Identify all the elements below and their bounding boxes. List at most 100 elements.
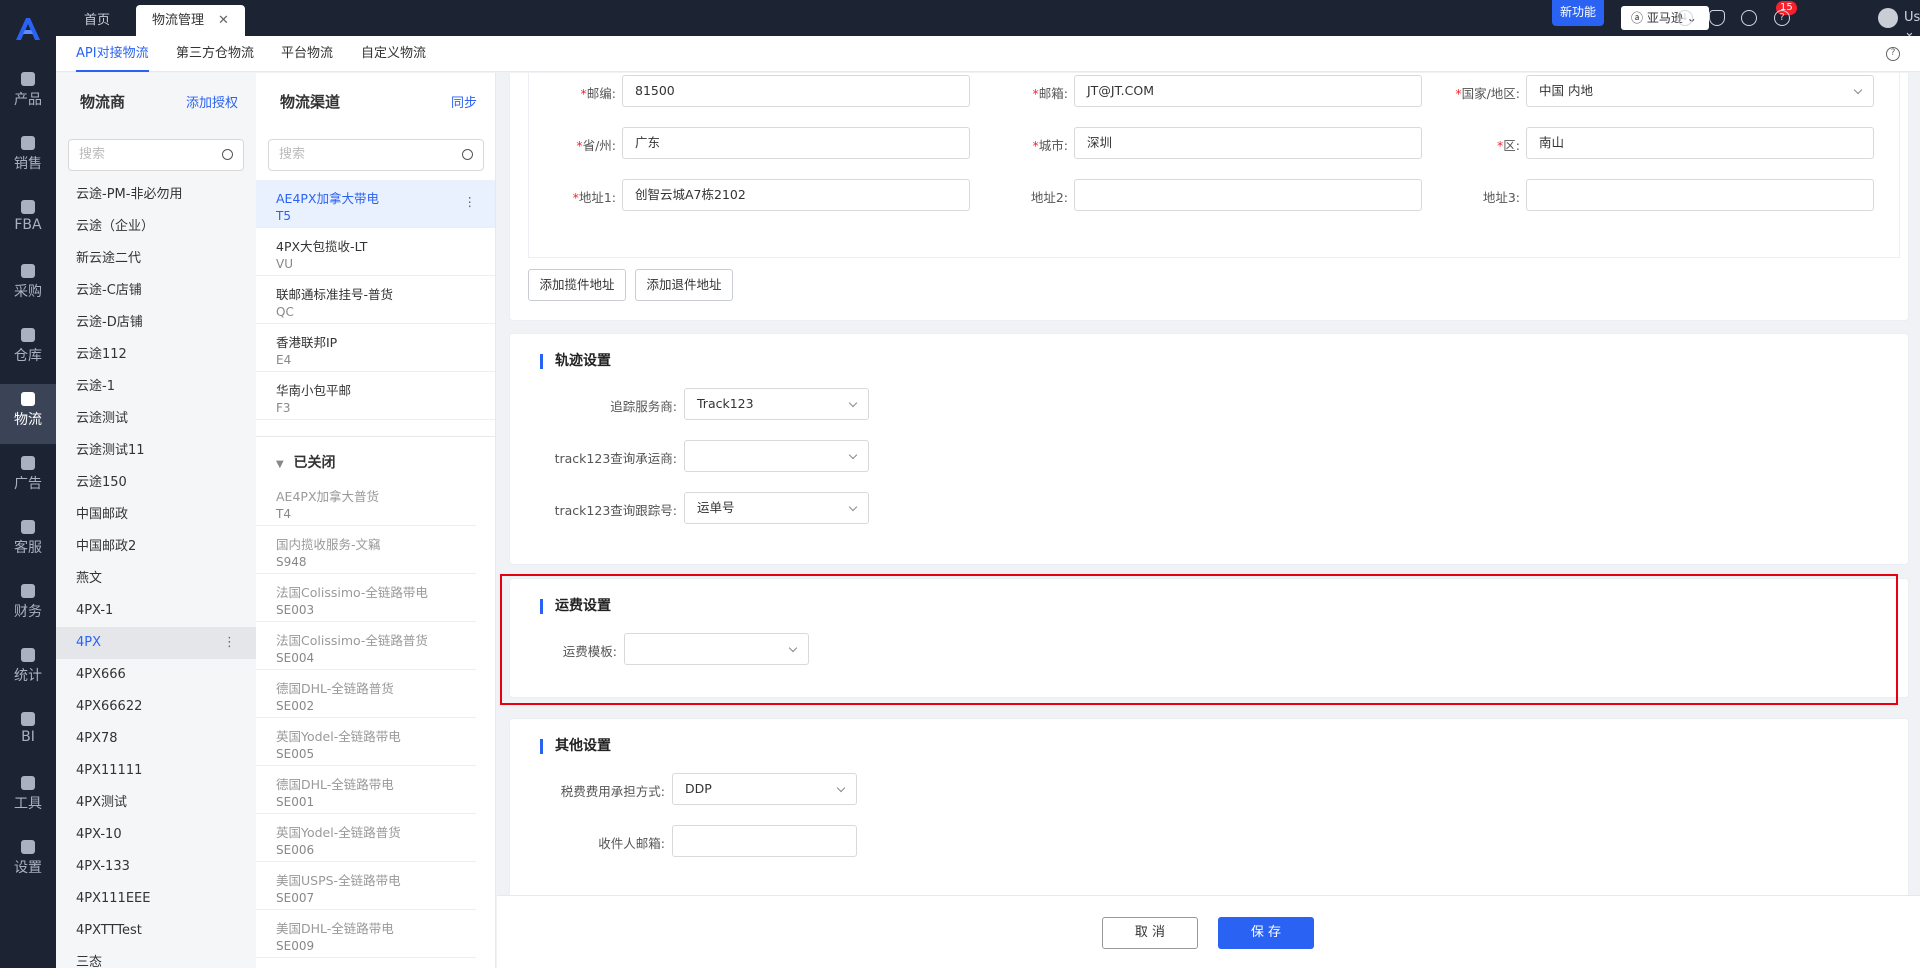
closed-section-toggle[interactable]: ▼ 已关闭 [276, 452, 335, 472]
tax-method-select[interactable]: DDP [672, 773, 857, 805]
closed-channel-item[interactable]: 德国DHL-全链路普货 SE002 [256, 670, 476, 718]
headset-icon[interactable] [1741, 10, 1757, 26]
search-icon[interactable] [462, 149, 473, 160]
subtab-platform[interactable]: 平台物流 [281, 36, 333, 72]
carrier-list-item[interactable]: 云途-PM-非必勿用 [56, 179, 256, 211]
carrier-list-item[interactable]: 4PX测试 [56, 787, 256, 819]
nav-item-1[interactable]: 销售 [0, 128, 56, 188]
help-icon[interactable]: ? [1886, 47, 1900, 61]
nav-item-10[interactable]: BI [0, 704, 56, 764]
carrier-list-item[interactable]: 4PX111EEE [56, 883, 256, 915]
address-card: *邮编: 81500 *邮箱: JT@JT.COM *国家/地区: 中国 内地 *省/州: 广… [509, 73, 1909, 321]
sync-link[interactable]: 同步 [451, 92, 477, 111]
address-field-input[interactable] [1526, 179, 1874, 211]
channel-list-item[interactable]: AE4PX加拿大带电 T5 ⋮ [256, 180, 495, 228]
carrier-list-item[interactable]: 4PX66622 [56, 691, 256, 723]
carrier-search-input[interactable]: 搜索 [68, 139, 244, 171]
carrier-list-item[interactable]: 燕文 [56, 563, 256, 595]
address-field-input[interactable]: 广东 [622, 127, 970, 159]
tracking-provider-select[interactable]: Track123 [684, 388, 869, 420]
carrier-list-item[interactable]: 4PX666 [56, 659, 256, 691]
address-field-label: *城市: [1032, 138, 1068, 153]
address-field-input[interactable]: 81500 [622, 75, 970, 107]
nav-item-0[interactable]: 产品 [0, 64, 56, 124]
nav-item-7[interactable]: 客服 [0, 512, 56, 572]
nav-item-label: 设置 [14, 860, 42, 876]
nav-item-9[interactable]: 统计 [0, 640, 56, 700]
tracking-carrier-select[interactable] [684, 440, 869, 472]
channel-search-input[interactable]: 搜索 [268, 139, 484, 171]
country-select[interactable]: 中国 内地 [1526, 75, 1874, 107]
closed-channel-item[interactable]: 美国USPS-全链路带电 SE007 [256, 862, 476, 910]
channel-list-item[interactable]: 联邮通标准挂号-普货 QC [256, 276, 495, 324]
more-vertical-icon[interactable]: ⋮ [464, 194, 477, 209]
carrier-list-item[interactable]: 4PX78 [56, 723, 256, 755]
carrier-list-item[interactable]: 云途112 [56, 339, 256, 371]
closed-channel-item[interactable]: 美国DHL-全链路带电 SE009 [256, 910, 476, 958]
nav-item-6[interactable]: 广告 [0, 448, 56, 508]
freight-template-select[interactable] [624, 633, 809, 665]
carrier-list-item[interactable]: 中国邮政 [56, 499, 256, 531]
address-field-input[interactable]: 创智云城A7栋2102 [622, 179, 970, 211]
carrier-list-item[interactable]: 云途-1 [56, 371, 256, 403]
channel-list-item[interactable]: 4PX大包揽收-LT VU [256, 228, 495, 276]
closed-channel-item[interactable]: AE4PX加拿大普货 T4 [256, 478, 476, 526]
carrier-list-item[interactable]: 4PXTTTest [56, 915, 256, 947]
carrier-list-item[interactable]: 4PX11111 [56, 755, 256, 787]
more-vertical-icon[interactable]: ⋮ [223, 627, 236, 659]
carrier-list-item[interactable]: 4PX-10 [56, 819, 256, 851]
nav-item-4[interactable]: 仓库 [0, 320, 56, 380]
address-field-label: *邮箱: [1032, 86, 1068, 101]
carrier-list-item[interactable]: 云途测试11 [56, 435, 256, 467]
close-icon[interactable]: ✕ [218, 13, 229, 28]
carrier-list-item[interactable]: 云途（企业） [56, 211, 256, 243]
add-authorization-link[interactable]: 添加授权 [186, 92, 238, 111]
carrier-list-item[interactable]: 4PX ⋮ [56, 627, 256, 659]
subtab-third-party[interactable]: 第三方仓物流 [176, 36, 254, 72]
carrier-list-item[interactable]: 云途-D店铺 [56, 307, 256, 339]
nav-item-3[interactable]: 采购 [0, 256, 56, 316]
tracking-number-select[interactable]: 运单号 [684, 492, 869, 524]
new-feature-button[interactable]: 新功能 [1552, 0, 1605, 26]
closed-channel-item[interactable]: 英国Yodel-全链路带电 SE005 [256, 718, 476, 766]
nav-item-11[interactable]: 工具 [0, 768, 56, 828]
carrier-list-item[interactable]: 云途150 [56, 467, 256, 499]
save-button[interactable]: 保 存 [1218, 917, 1314, 949]
store-selector[interactable]: ⓐ 亚马逊 ⌄ [1621, 6, 1709, 30]
carrier-list-item[interactable]: 4PX-1 [56, 595, 256, 627]
search-icon[interactable] [222, 149, 233, 160]
address-field-input[interactable]: 深圳 [1074, 127, 1422, 159]
closed-channel-item[interactable]: 法国Colissimo-全链路带电 SE003 [256, 574, 476, 622]
closed-channel-item[interactable]: 法国Colissimo-全链路普货 SE004 [256, 622, 476, 670]
address-field-input[interactable]: 南山 [1526, 127, 1874, 159]
tab-logistics[interactable]: 物流管理 ✕ [136, 5, 245, 36]
subtab-api[interactable]: API对接物流 [76, 36, 149, 72]
add-return-address-button[interactable]: 添加退件地址 [635, 269, 733, 301]
nav-item-2[interactable]: FBA [0, 192, 56, 252]
add-pickup-address-button[interactable]: 添加揽件地址 [528, 269, 626, 301]
carrier-list-item[interactable]: 4PX-133 [56, 851, 256, 883]
carrier-list-item[interactable]: 三态 [56, 947, 256, 968]
bell-icon[interactable] [1709, 10, 1725, 26]
download-icon[interactable]: ↓ [1677, 10, 1693, 26]
closed-channel-item[interactable]: 英国Yodel-全链路普货 SE006 [256, 814, 476, 862]
carrier-list-item[interactable]: 云途-C店铺 [56, 275, 256, 307]
closed-channel-item[interactable]: 国内揽收服务-文竊 S948 [256, 526, 476, 574]
nav-item-12[interactable]: 设置 [0, 832, 56, 892]
help-icon[interactable]: ? [1774, 10, 1790, 26]
avatar[interactable] [1878, 8, 1898, 28]
carrier-list-item[interactable]: 中国邮政2 [56, 531, 256, 563]
subtab-custom[interactable]: 自定义物流 [361, 36, 426, 72]
recipient-email-input[interactable] [672, 825, 857, 857]
carrier-list-item[interactable]: 云途测试 [56, 403, 256, 435]
tab-home[interactable]: 首页 [68, 5, 126, 36]
closed-channel-item[interactable]: 德国DHL-全链路带电 SE001 [256, 766, 476, 814]
nav-item-5[interactable]: 物流 [0, 384, 56, 444]
address-field-input[interactable]: JT@JT.COM [1074, 75, 1422, 107]
cancel-button[interactable]: 取 消 [1102, 917, 1198, 949]
channel-list-item[interactable]: 香港联邦IP E4 [256, 324, 495, 372]
nav-item-8[interactable]: 财务 [0, 576, 56, 636]
carrier-list-item[interactable]: 新云途二代 [56, 243, 256, 275]
channel-list-item[interactable]: 华南小包平邮 F3 [256, 372, 495, 420]
address-field-input[interactable] [1074, 179, 1422, 211]
